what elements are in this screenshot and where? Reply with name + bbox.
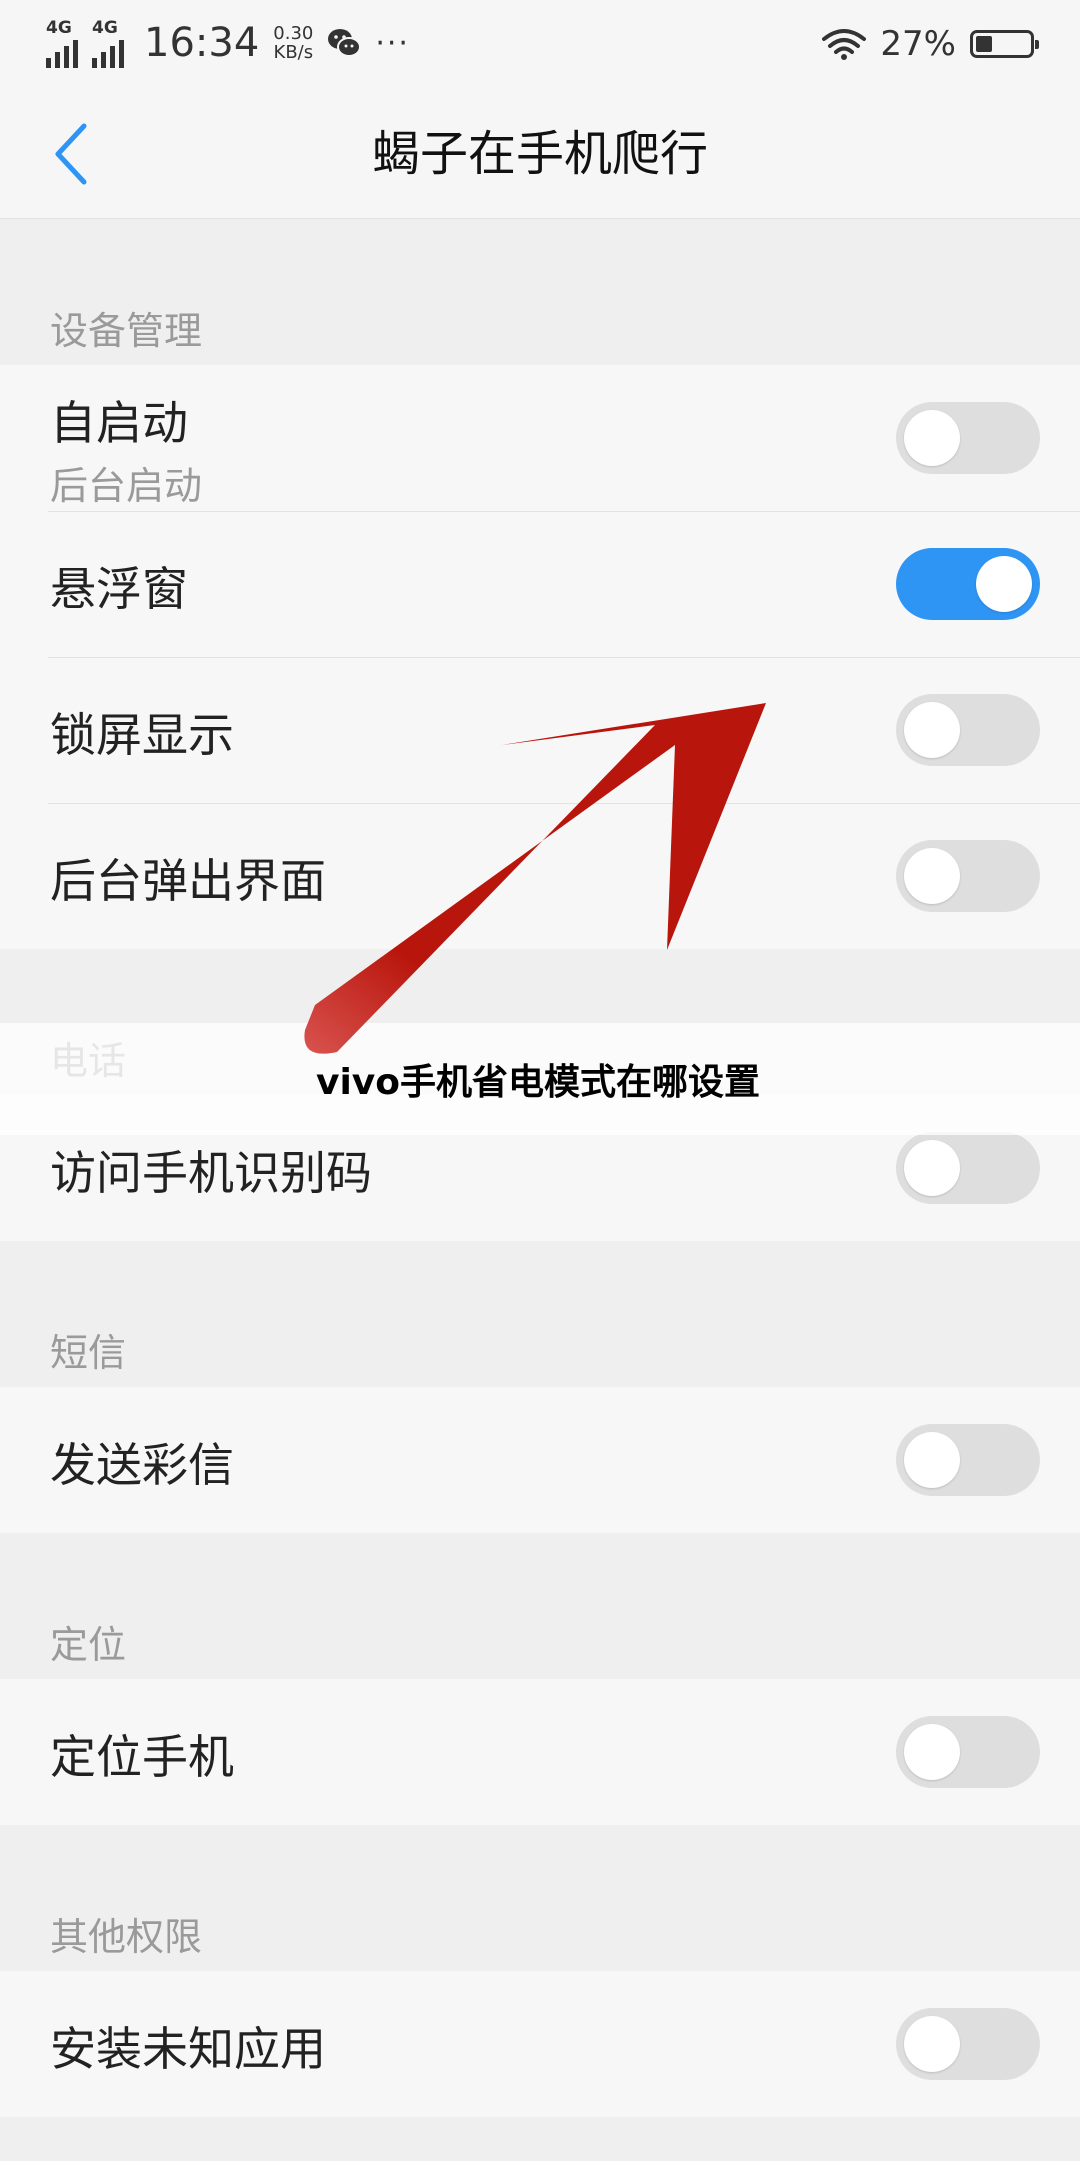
- setting-label: 定位手机: [50, 1730, 234, 1784]
- clock: 16:34: [144, 20, 260, 66]
- setting-label: 后台弹出界面: [50, 854, 326, 908]
- setting-row-floating-window[interactable]: 悬浮窗: [0, 511, 1080, 657]
- wechat-icon: [328, 29, 362, 57]
- signal-icon-2: 4G: [92, 18, 124, 68]
- setting-label: 自启动: [50, 396, 188, 450]
- section-header-location: 定位: [0, 1533, 1080, 1679]
- speed-value: 0.30: [273, 23, 314, 44]
- section-title: 短信: [50, 1331, 127, 1375]
- setting-label: 悬浮窗: [50, 562, 188, 616]
- more-notifications-icon: ···: [375, 25, 410, 61]
- network-speed: 0.30 KB/s: [273, 24, 313, 62]
- setting-row-locate-phone[interactable]: 定位手机: [0, 1679, 1080, 1825]
- page-title: 蝎子在手机爬行: [371, 126, 708, 182]
- setting-row-autostart[interactable]: 自启动 后台启动: [0, 365, 1080, 511]
- setting-sublabel: 后台启动: [50, 464, 203, 508]
- setting-label: 锁屏显示: [50, 708, 234, 762]
- section-header-device: 设备管理: [0, 219, 1080, 365]
- setting-label: 发送彩信: [50, 1438, 234, 1492]
- nav-bar: 蝎子在手机爬行: [0, 90, 1080, 219]
- setting-row-background-popup[interactable]: 后台弹出界面: [0, 803, 1080, 949]
- battery-icon: [970, 30, 1039, 58]
- section-title: 设备管理: [50, 309, 203, 353]
- network-type-label: 4G: [46, 18, 72, 38]
- device-management-group: 自启动 后台启动 悬浮窗 锁屏显示 后台弹出界面: [0, 365, 1080, 949]
- signal-icon: 4G: [46, 18, 78, 68]
- setting-row-install-unknown-apps[interactable]: 安装未知应用: [0, 1971, 1080, 2117]
- section-header-sms: 短信: [0, 1241, 1080, 1387]
- floating-window-toggle[interactable]: [896, 548, 1040, 620]
- lockscreen-display-toggle[interactable]: [896, 694, 1040, 766]
- battery-percent: 27%: [880, 24, 956, 64]
- setting-row-lockscreen-display[interactable]: 锁屏显示: [0, 657, 1080, 803]
- send-mms-toggle[interactable]: [896, 1424, 1040, 1496]
- setting-label: 访问手机识别码: [50, 1146, 372, 1200]
- wifi-icon: [822, 29, 867, 60]
- setting-row-send-mms[interactable]: 发送彩信: [0, 1387, 1080, 1533]
- watermark-caption: vivo手机省电模式在哪设置: [0, 1023, 1080, 1135]
- other-permissions-group: 安装未知应用: [0, 1971, 1080, 2117]
- setting-label: 安装未知应用: [50, 2022, 326, 2076]
- locate-phone-toggle[interactable]: [896, 1716, 1040, 1788]
- status-bar: 4G 4G 16:34 0.30 KB/s ··· 27%: [0, 0, 1080, 90]
- sms-group: 发送彩信: [0, 1387, 1080, 1533]
- location-group: 定位手机: [0, 1679, 1080, 1825]
- section-title: 定位: [50, 1623, 127, 1667]
- background-popup-toggle[interactable]: [896, 840, 1040, 912]
- network-type-label-2: 4G: [92, 18, 118, 38]
- section-header-other: 其他权限: [0, 1825, 1080, 1971]
- speed-unit: KB/s: [273, 42, 314, 63]
- device-id-toggle[interactable]: [896, 1132, 1040, 1204]
- section-title: 其他权限: [50, 1915, 203, 1959]
- autostart-toggle[interactable]: [896, 402, 1040, 474]
- install-unknown-apps-toggle[interactable]: [896, 2008, 1040, 2080]
- watermark-text: vivo手机省电模式在哪设置: [316, 1062, 761, 1103]
